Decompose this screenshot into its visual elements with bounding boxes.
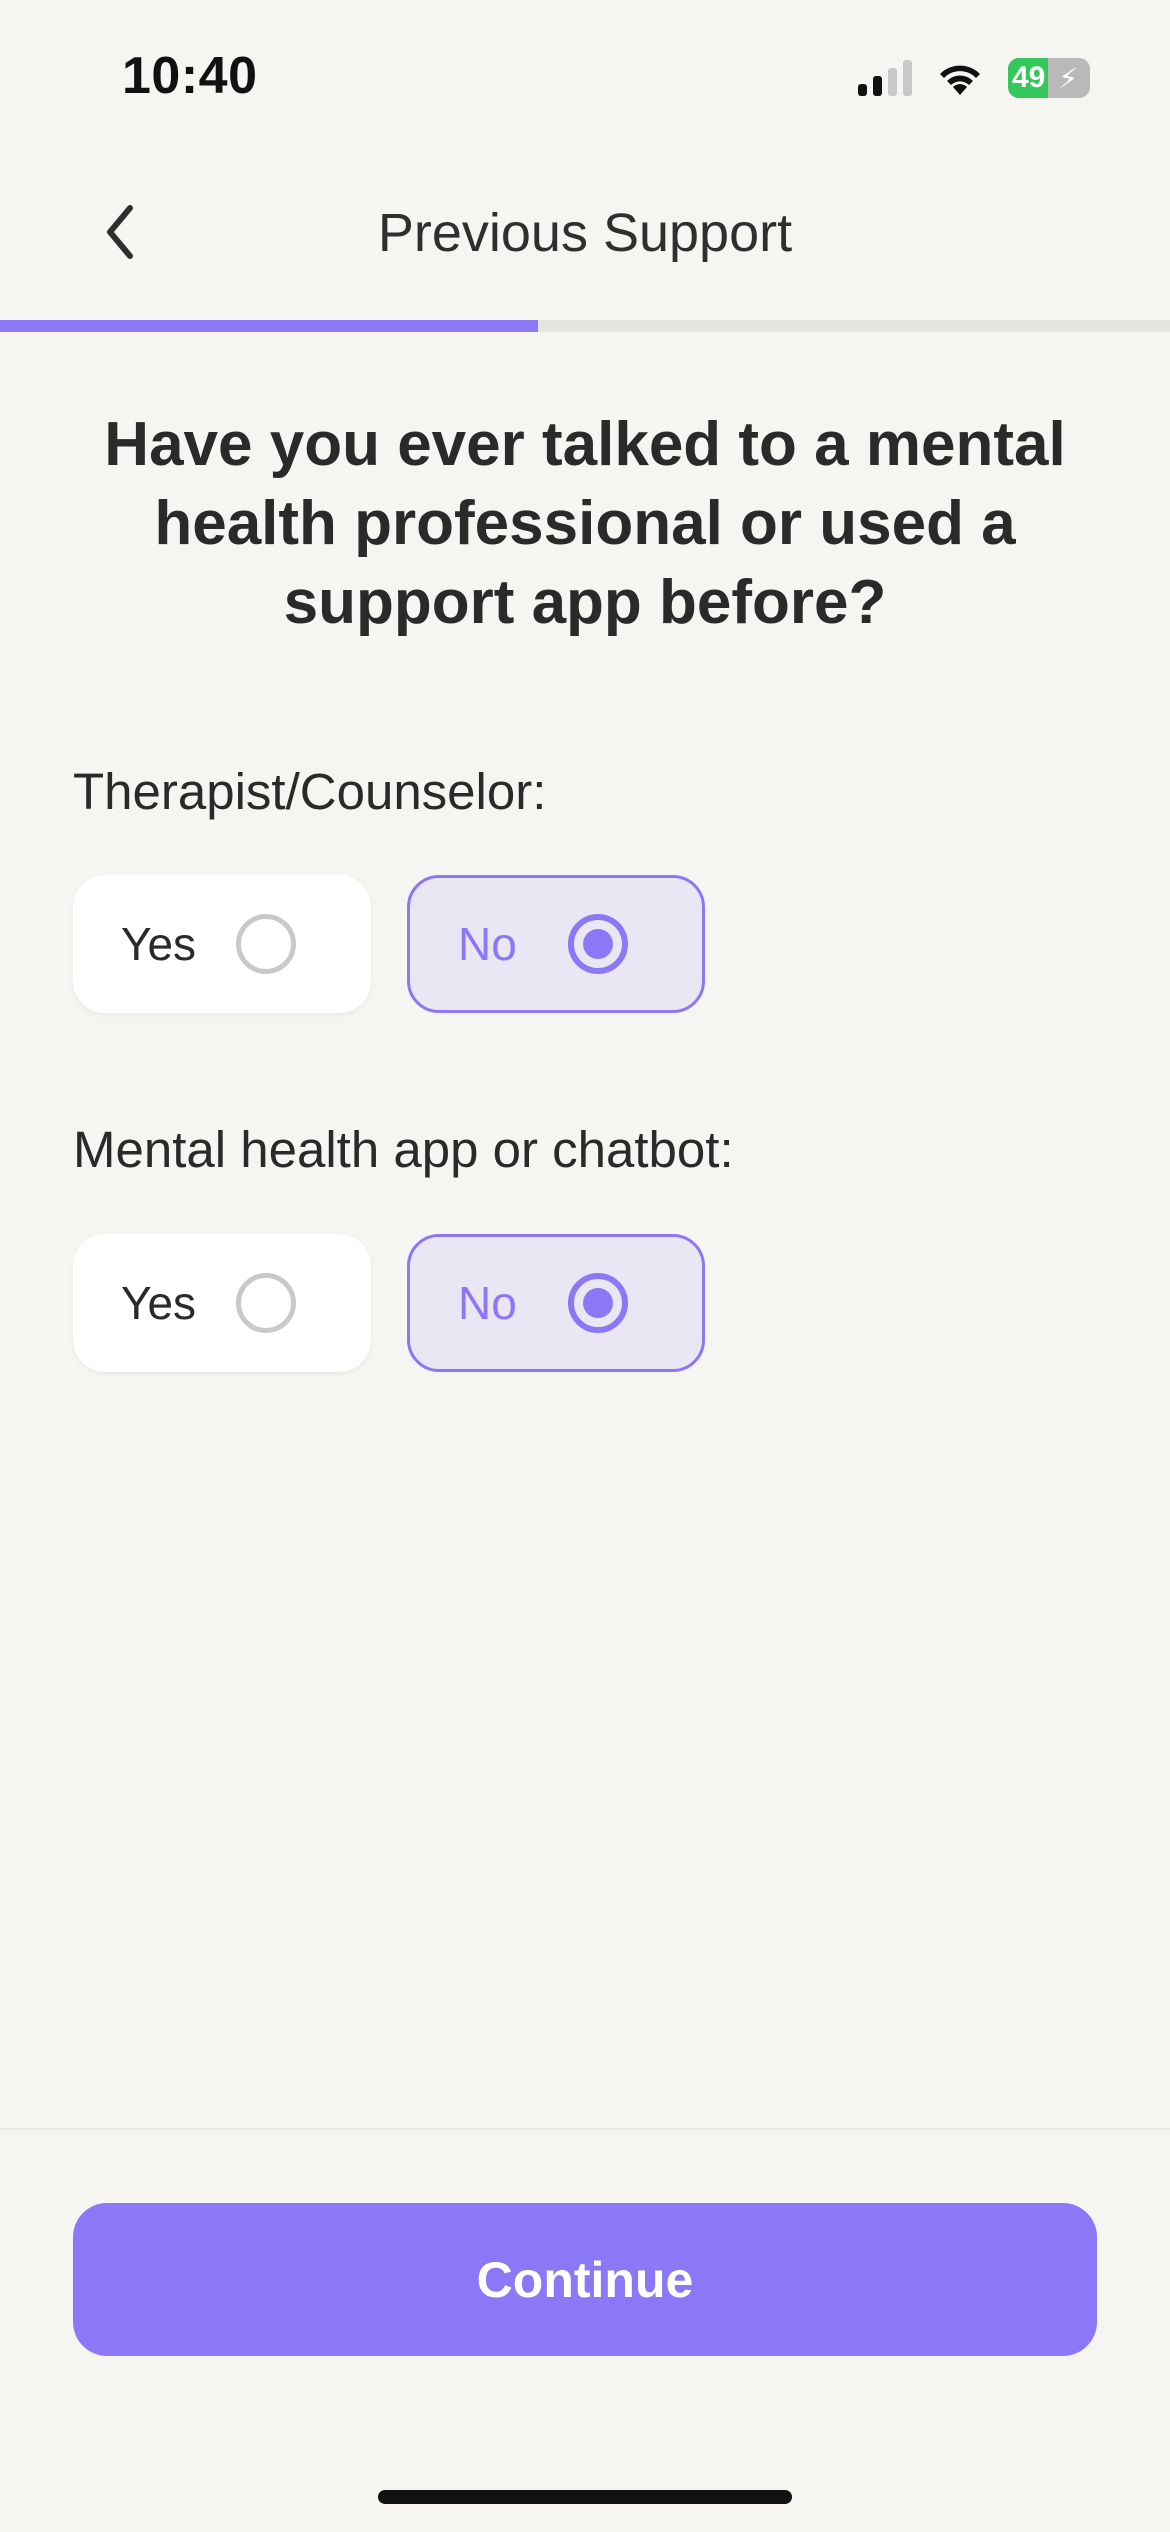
app-yes-option[interactable]: Yes <box>73 1234 371 1372</box>
radio-selected-icon <box>568 1273 628 1333</box>
option-label: No <box>458 918 517 970</box>
battery-charging-icon: 49 ⚡ <box>1008 58 1090 98</box>
progress-bar <box>0 320 1170 332</box>
header: Previous Support <box>0 170 1170 292</box>
options-app: Yes No <box>73 1234 705 1372</box>
app-no-option[interactable]: No <box>407 1234 705 1372</box>
wifi-icon <box>934 59 986 97</box>
options-therapist: Yes No <box>73 875 705 1013</box>
home-indicator <box>378 2490 792 2504</box>
option-label: No <box>458 1277 517 1329</box>
page-title: Previous Support <box>377 203 793 263</box>
radio-unselected-icon <box>236 1273 297 1333</box>
status-icons: 49 ⚡ <box>858 56 1090 100</box>
option-label: Yes <box>121 1277 197 1329</box>
status-bar: 10:40 49 ⚡ <box>0 0 1170 150</box>
radio-unselected-icon <box>236 914 297 974</box>
charging-bolt-icon: ⚡ <box>1058 63 1078 94</box>
continue-button[interactable]: Continue <box>73 2203 1097 2356</box>
section-label-app: Mental health app or chatbot: <box>73 1121 734 1178</box>
therapist-yes-option[interactable]: Yes <box>73 875 371 1013</box>
option-label: Yes <box>121 918 197 970</box>
cellular-signal-icon <box>858 60 912 96</box>
question-heading: Have you ever talked to a mental health … <box>104 410 1066 637</box>
therapist-no-option[interactable]: No <box>407 875 705 1013</box>
status-time: 10:40 <box>122 47 258 105</box>
footer-divider <box>0 2128 1170 2130</box>
progress-fill <box>0 320 539 332</box>
radio-selected-icon <box>568 914 628 974</box>
section-label-therapist: Therapist/Counselor: <box>73 763 547 820</box>
screen: 10:40 49 ⚡ Previous Support Have you eve… <box>0 0 1170 2532</box>
